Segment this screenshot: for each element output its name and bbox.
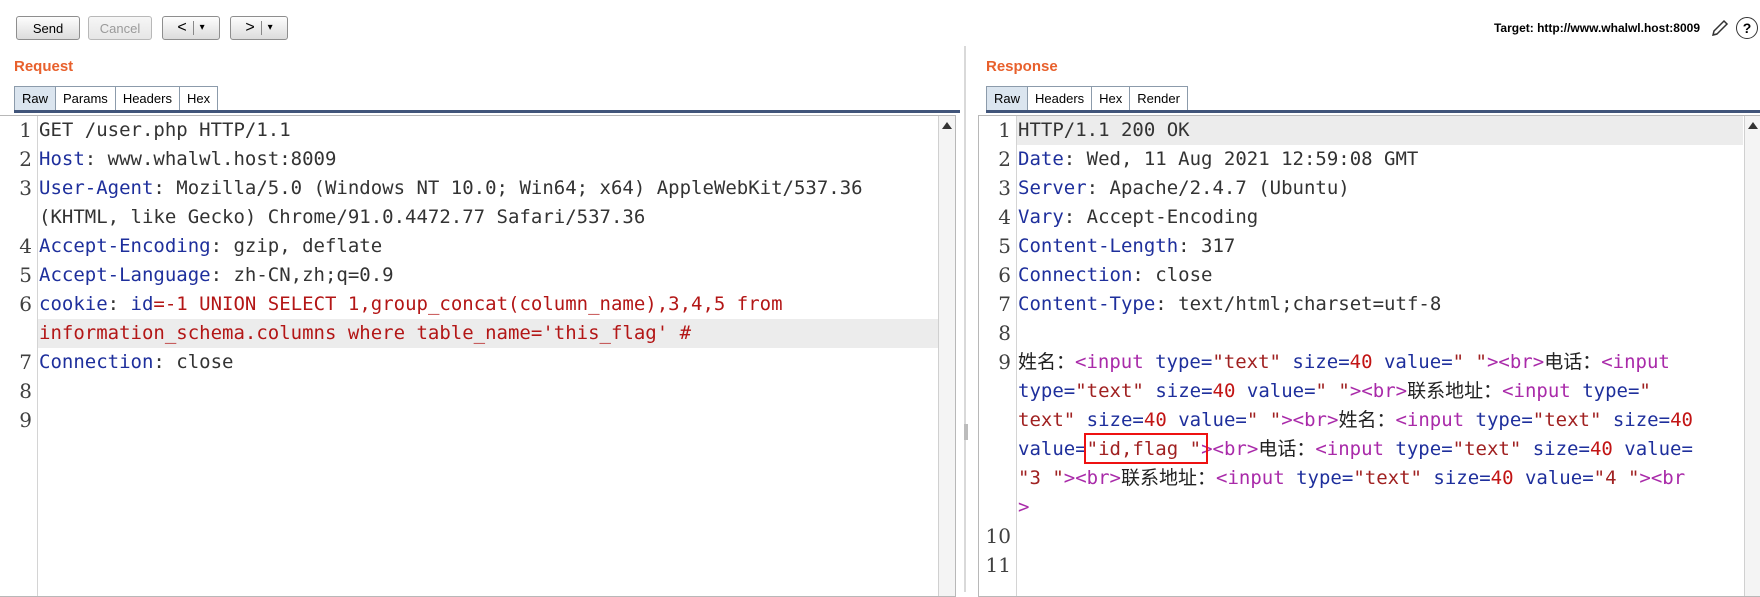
request-title: Request — [14, 58, 74, 75]
tab-params[interactable]: Params — [55, 86, 116, 110]
request-editor[interactable]: 1 2 3 4 5 6 7 8 9 GET /user.php HTTP/1.1… — [0, 115, 956, 597]
pencil-icon[interactable] — [1709, 17, 1731, 39]
response-pane: Response Raw Headers Hex Render 1 2 3 4 … — [972, 46, 1760, 597]
highlight-box — [1084, 433, 1208, 464]
line-number: 3 — [998, 176, 1011, 200]
request-line: (KHTML, like Gecko) Chrome/91.0.4472.77 … — [39, 206, 646, 228]
line-number: 8 — [19, 379, 32, 403]
request-line: Accept-Encoding: gzip, deflate — [39, 235, 383, 257]
scroll-up-icon[interactable] — [1748, 122, 1758, 129]
forward-button[interactable]: > ▾ — [230, 16, 288, 40]
separator — [260, 21, 262, 35]
tab-hex[interactable]: Hex — [178, 86, 219, 110]
response-line: HTTP/1.1 200 OK — [1018, 119, 1190, 141]
tab-render[interactable]: Render — [1129, 86, 1188, 110]
tab-raw[interactable]: Raw — [986, 86, 1029, 110]
request-line: cookie: id=-1 UNION SELECT 1,group_conca… — [39, 293, 783, 315]
tab-underline — [986, 110, 1760, 113]
response-line: Date: Wed, 11 Aug 2021 12:59:08 GMT — [1018, 148, 1419, 170]
tab-raw[interactable]: Raw — [14, 86, 57, 110]
tab-hex[interactable]: Hex — [1091, 86, 1131, 110]
request-scrollbar[interactable] — [938, 116, 955, 596]
line-gutter: 1 2 3 4 5 6 7 8 9 — [0, 116, 38, 596]
separator — [192, 21, 194, 35]
pane-divider[interactable] — [964, 46, 966, 592]
line-number: 7 — [19, 350, 32, 374]
forward-arrow-icon: > — [245, 19, 255, 36]
request-line: User-Agent: Mozilla/5.0 (Windows NT 10.0… — [39, 177, 863, 199]
line-number: 8 — [998, 321, 1011, 345]
request-pane: Request Raw Params Headers Hex 1 2 3 4 5… — [0, 46, 962, 597]
response-line: Server: Apache/2.4.7 (Ubuntu) — [1018, 177, 1350, 199]
request-line: Host: www.whalwl.host:8009 — [39, 148, 337, 170]
line-number: 2 — [19, 147, 32, 171]
response-line: Connection: close — [1018, 264, 1213, 286]
help-icon[interactable]: ? — [1736, 17, 1758, 39]
line-number: 5 — [19, 263, 32, 287]
line-number: 7 — [998, 292, 1011, 316]
chevron-down-icon[interactable]: ▾ — [200, 16, 205, 40]
request-tabs: Raw Params Headers Hex — [14, 86, 219, 110]
line-number: 3 — [19, 176, 32, 200]
response-title: Response — [986, 58, 1058, 75]
response-line: Vary: Accept-Encoding — [1018, 206, 1259, 228]
line-number: 2 — [998, 147, 1011, 171]
tab-headers[interactable]: Headers — [1027, 86, 1093, 110]
divider-handle[interactable] — [964, 424, 968, 440]
response-line: text" size=40 value=" "><br>姓名：<input ty… — [1018, 409, 1693, 431]
response-line: > — [1018, 496, 1030, 518]
response-line: type="text" size=40 value=" "><br>联系地址：<… — [1018, 380, 1651, 402]
response-line: Content-Length: 317 — [1018, 235, 1236, 257]
back-arrow-icon: < — [177, 19, 187, 36]
line-number: 6 — [998, 263, 1011, 287]
response-scrollbar[interactable] — [1744, 116, 1760, 596]
cancel-button[interactable]: Cancel — [88, 16, 152, 40]
line-gutter: 1 2 3 4 5 6 7 8 9 10 11 — [979, 116, 1017, 596]
response-line: "3 "><br>联系地址：<input type="text" size=40… — [1018, 467, 1686, 489]
line-number: 9 — [998, 350, 1011, 374]
tab-headers[interactable]: Headers — [114, 86, 180, 110]
request-line: Connection: close — [39, 351, 234, 373]
line-number: 11 — [985, 553, 1011, 577]
back-button[interactable]: < ▾ — [162, 16, 220, 40]
request-line: information_schema.columns where table_n… — [39, 322, 692, 344]
tab-underline — [14, 110, 960, 113]
response-editor[interactable]: 1 2 3 4 5 6 7 8 9 10 11 HTTP/1.1 200 OK … — [978, 115, 1760, 597]
line-number: 10 — [985, 524, 1011, 548]
request-line: GET /user.php HTTP/1.1 — [39, 119, 291, 141]
response-tabs: Raw Headers Hex Render — [986, 86, 1188, 110]
line-number: 6 — [19, 292, 32, 316]
line-number: 4 — [19, 234, 32, 258]
line-number: 1 — [19, 118, 32, 142]
request-line: Accept-Language: zh-CN,zh;q=0.9 — [39, 264, 394, 286]
scroll-up-icon[interactable] — [942, 122, 952, 129]
toolbar: Send Cancel < ▾ > ▾ Target: http://www.w… — [0, 0, 1760, 46]
response-line: 姓名：<input type="text" size=40 value=" ">… — [1018, 351, 1670, 373]
chevron-down-icon[interactable]: ▾ — [268, 16, 273, 40]
target-label: Target: http://www.whalwl.host:8009 — [1493, 21, 1700, 35]
line-number: 1 — [998, 118, 1011, 142]
line-number: 5 — [998, 234, 1011, 258]
send-button[interactable]: Send — [16, 16, 80, 40]
line-number: 9 — [19, 408, 32, 432]
response-line: Content-Type: text/html;charset=utf-8 — [1018, 293, 1442, 315]
line-number: 4 — [998, 205, 1011, 229]
